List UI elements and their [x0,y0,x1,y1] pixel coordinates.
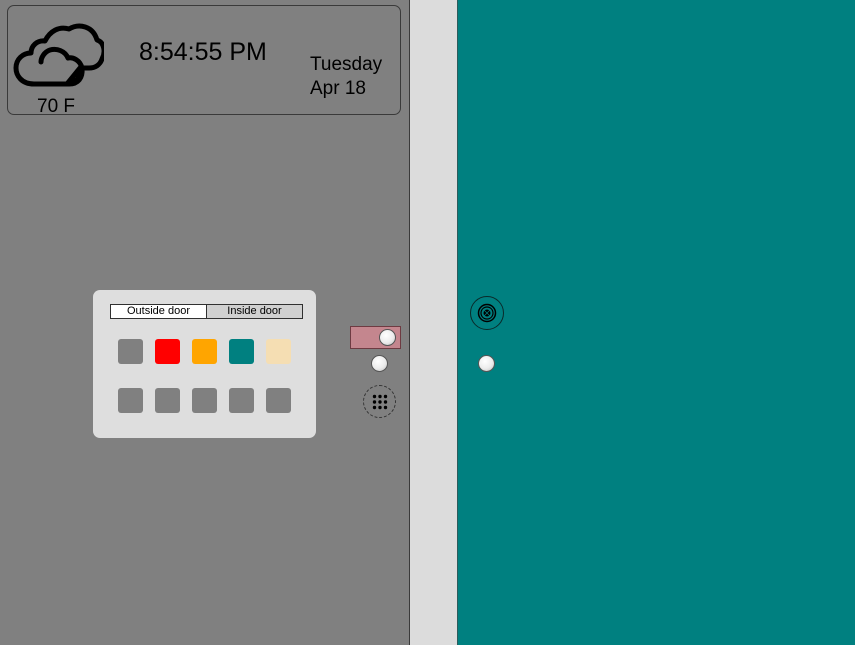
color-swatch[interactable] [229,388,254,413]
inside-door-panel [458,0,855,645]
peephole[interactable] [470,296,504,330]
door-color-picker: Outside door Inside door [93,290,316,438]
keypad-icon [372,394,388,410]
peephole-icon [477,303,497,323]
lock-toggle[interactable] [350,326,401,349]
color-swatch[interactable] [118,388,143,413]
color-swatch[interactable] [266,388,291,413]
temperature: 70 F [37,96,76,117]
color-swatch[interactable] [192,388,217,413]
tab-outside-door[interactable]: Outside door [111,305,207,318]
inside-door-knob[interactable] [478,355,495,372]
clock-date: Apr 18 [310,78,366,99]
keypad-button[interactable] [363,385,396,418]
clock-time: 8:54:55 PM [139,38,267,66]
color-swatch[interactable] [155,388,180,413]
color-swatch[interactable] [229,339,254,364]
cloud-icon [13,23,104,87]
outside-door-knob[interactable] [371,355,388,372]
door-frame [410,0,457,645]
tab-inside-door[interactable]: Inside door [207,305,302,318]
color-swatch[interactable] [192,339,217,364]
toggle-knob [379,329,396,346]
clock-day: Tuesday [310,54,383,75]
info-widget: 70 F 8:54:55 PM Tuesday Apr 18 [7,5,401,117]
color-swatch[interactable] [118,339,143,364]
color-swatch[interactable] [155,339,180,364]
door-tabs: Outside door Inside door [110,304,303,319]
color-swatch[interactable] [266,339,291,364]
